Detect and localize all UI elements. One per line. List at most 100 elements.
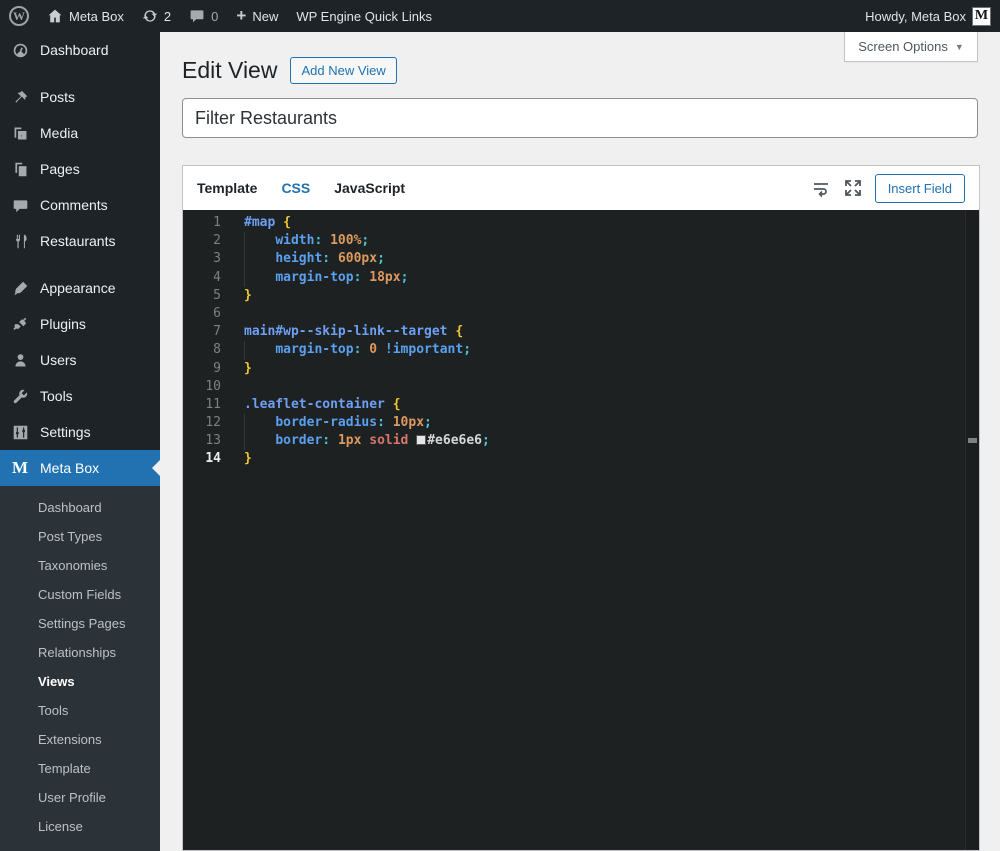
- css-code-editor[interactable]: 1#map {2 width: 100%;3 height: 600px;4 m…: [183, 210, 979, 850]
- sidebar-item-label: Meta Box: [40, 460, 99, 476]
- main-content: Screen Options ▼ Edit View Add New View …: [160, 32, 1000, 841]
- site-name-label: Meta Box: [69, 9, 124, 24]
- code-line[interactable]: 8 margin-top: 0 !important;: [183, 341, 979, 359]
- code-line[interactable]: 6: [183, 305, 979, 323]
- scrollbar-thumb[interactable]: [968, 438, 977, 443]
- submenu-item-views[interactable]: Views: [0, 667, 160, 696]
- submenu-item-dashboard[interactable]: Dashboard: [0, 493, 160, 522]
- submenu-item-taxonomies[interactable]: Taxonomies: [0, 551, 160, 580]
- code-line[interactable]: 13 border: 1px solid #e6e6e6;: [183, 432, 979, 450]
- token-sp: [244, 251, 275, 266]
- editor-scrollbar[interactable]: [965, 210, 979, 850]
- avatar: M: [972, 7, 991, 26]
- submenu-item-settings-pages[interactable]: Settings Pages: [0, 609, 160, 638]
- code-line[interactable]: 10: [183, 378, 979, 396]
- sidebar-item-pages[interactable]: Pages: [0, 151, 160, 187]
- code-line[interactable]: 14}: [183, 450, 979, 468]
- code-text: border: 1px solid #e6e6e6;: [221, 432, 490, 450]
- token-num: 600px: [338, 251, 377, 266]
- code-line[interactable]: 4 margin-top: 18px;: [183, 269, 979, 287]
- token-sp: [244, 415, 275, 430]
- site-name-link[interactable]: Meta Box: [38, 0, 133, 32]
- fullscreen-icon[interactable]: [843, 178, 863, 198]
- code-text: height: 600px;: [221, 250, 385, 268]
- token-pun: :: [322, 433, 330, 448]
- token-sp: [244, 342, 275, 357]
- submenu-item-license[interactable]: License: [0, 812, 160, 841]
- submenu-item-tools[interactable]: Tools: [0, 696, 160, 725]
- token-val: solid: [369, 433, 408, 448]
- color-swatch[interactable]: [416, 435, 426, 445]
- code-line[interactable]: 3 height: 600px;: [183, 250, 979, 268]
- token-sp: [244, 233, 275, 248]
- sidebar-item-comments[interactable]: Comments: [0, 187, 160, 223]
- sidebar-item-appearance[interactable]: Appearance: [0, 270, 160, 306]
- code-line[interactable]: 12 border-radius: 10px;: [183, 414, 979, 432]
- code-text: }: [221, 450, 252, 468]
- view-title-input[interactable]: [182, 98, 978, 138]
- submenu-item-user-profile[interactable]: User Profile: [0, 783, 160, 812]
- code-line[interactable]: 11.leaflet-container {: [183, 396, 979, 414]
- metabox-logo: M: [10, 458, 30, 478]
- code-line[interactable]: 5}: [183, 287, 979, 305]
- code-line[interactable]: 7main#wp--skip-link--target {: [183, 323, 979, 341]
- token-num: 18px: [369, 270, 400, 285]
- wp-logo-menu[interactable]: W: [0, 0, 38, 32]
- sidebar-item-meta-box[interactable]: M Meta Box: [0, 450, 160, 486]
- sidebar-item-restaurants[interactable]: Restaurants: [0, 223, 160, 259]
- sidebar-item-label: Settings: [40, 424, 91, 440]
- code-text: [221, 305, 244, 323]
- tab-css[interactable]: CSS: [281, 180, 310, 196]
- comments-link[interactable]: 0: [180, 0, 227, 32]
- line-number: 4: [183, 269, 221, 287]
- add-new-view-button[interactable]: Add New View: [290, 57, 396, 84]
- sidebar-item-tools[interactable]: Tools: [0, 378, 160, 414]
- insert-field-button[interactable]: Insert Field: [875, 174, 965, 203]
- submenu-item-post-types[interactable]: Post Types: [0, 522, 160, 551]
- wp-engine-quick-links[interactable]: WP Engine Quick Links: [287, 0, 441, 32]
- code-line[interactable]: 9}: [183, 360, 979, 378]
- new-content-link[interactable]: + New: [227, 0, 287, 32]
- comments-count: 0: [211, 9, 218, 24]
- screen-options-button[interactable]: Screen Options ▼: [844, 32, 978, 62]
- sidebar-item-users[interactable]: Users: [0, 342, 160, 378]
- sidebar-item-dashboard[interactable]: Dashboard: [0, 32, 160, 68]
- token-sp: [244, 433, 275, 448]
- word-wrap-icon[interactable]: [811, 178, 831, 198]
- code-text: [221, 378, 244, 396]
- menu-separator: [0, 68, 160, 79]
- submenu-item-custom-fields[interactable]: Custom Fields: [0, 580, 160, 609]
- token-prop: margin-top: [275, 342, 353, 357]
- sidebar-item-posts[interactable]: Posts: [0, 79, 160, 115]
- line-number: 8: [183, 341, 221, 359]
- code-line[interactable]: 1#map {: [183, 214, 979, 232]
- submenu-item-extensions[interactable]: Extensions: [0, 725, 160, 754]
- dashboard-icon: [10, 40, 30, 60]
- sidebar-item-plugins[interactable]: Plugins: [0, 306, 160, 342]
- tab-javascript[interactable]: JavaScript: [334, 180, 405, 196]
- new-label: New: [252, 9, 278, 24]
- admin-sidebar: Dashboard Posts Media Pages Comments Res…: [0, 32, 160, 841]
- token-brace: {: [283, 215, 291, 230]
- tab-template[interactable]: Template: [197, 180, 257, 196]
- sidebar-item-settings[interactable]: Settings: [0, 414, 160, 450]
- sidebar-item-media[interactable]: Media: [0, 115, 160, 151]
- code-line[interactable]: 2 width: 100%;: [183, 232, 979, 250]
- submenu-item-template[interactable]: Template: [0, 754, 160, 783]
- token-sp: [377, 342, 385, 357]
- token-num: 1px: [338, 433, 361, 448]
- code-text: margin-top: 0 !important;: [221, 341, 471, 359]
- code-text: border-radius: 10px;: [221, 414, 432, 432]
- updates-link[interactable]: 2: [133, 0, 180, 32]
- users-icon: [10, 350, 30, 370]
- plus-icon: +: [236, 7, 246, 24]
- sidebar-item-label: Comments: [40, 197, 108, 213]
- submenu-item-relationships[interactable]: Relationships: [0, 638, 160, 667]
- token-sp: [385, 415, 393, 430]
- page-title: Edit View: [182, 55, 277, 85]
- token-sp: [408, 433, 416, 448]
- my-account-link[interactable]: Howdy, Meta Box M: [856, 0, 1000, 32]
- token-prop: margin-top: [275, 270, 353, 285]
- wrench-icon: [10, 386, 30, 406]
- line-number: 5: [183, 287, 221, 305]
